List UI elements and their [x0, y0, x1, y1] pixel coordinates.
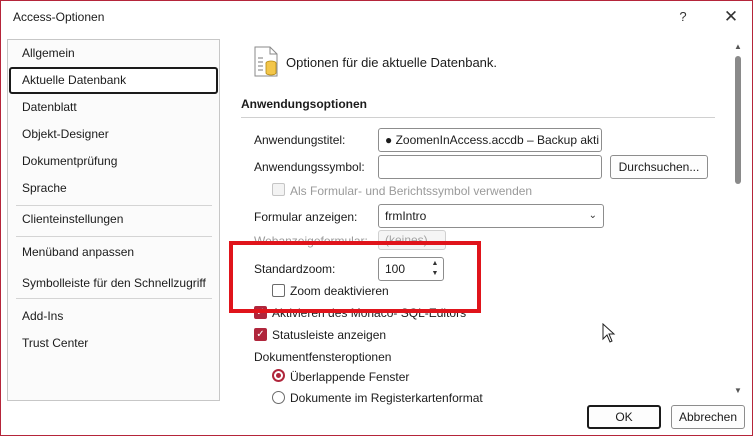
options-sidebar: Allgemein Aktuelle Datenbank Datenblatt … [7, 39, 220, 401]
mouse-cursor-icon [602, 323, 616, 343]
use-as-form-icon-label: Als Formular- und Berichtssymbol verwend… [290, 184, 533, 198]
use-as-form-icon-checkbox[interactable] [272, 183, 285, 196]
sidebar-item-add-ins[interactable]: Add-Ins [9, 303, 218, 330]
statusbar-label: Statusleiste anzeigen [272, 328, 387, 342]
app-icon-label: Anwendungssymbol: [254, 160, 365, 174]
title-bar: Access-Optionen ? ✕ [1, 1, 752, 33]
database-options-icon [254, 46, 278, 77]
sidebar-item-dokumentpruefung[interactable]: Dokumentprüfung [9, 148, 218, 175]
sidebar-item-menueband-anpassen[interactable]: Menüband anpassen [9, 239, 218, 266]
sidebar-item-allgemein[interactable]: Allgemein [9, 40, 218, 67]
sidebar-divider [16, 236, 212, 237]
section-title: Anwendungsoptionen [241, 97, 367, 111]
access-options-dialog: Access-Optionen ? ✕ Allgemein Aktuelle D… [0, 0, 753, 436]
app-icon-input[interactable] [378, 155, 602, 179]
app-title-label: Anwendungstitel: [254, 133, 346, 147]
sidebar-item-symbolleiste[interactable]: Symbolleiste für den Schnellzugriff [9, 270, 218, 297]
statusbar-checkbox[interactable]: ✓ [254, 328, 267, 341]
sidebar-item-aktuelle-datenbank[interactable]: Aktuelle Datenbank [9, 67, 218, 94]
window-title: Access-Optionen [13, 10, 105, 24]
sidebar-item-datenblatt[interactable]: Datenblatt [9, 94, 218, 121]
sidebar-divider [16, 298, 212, 299]
show-form-value: frmIntro [385, 209, 427, 223]
app-title-input[interactable]: ● ZoomenInAccess.accdb – Backup akti [378, 128, 602, 152]
section-divider [241, 117, 715, 118]
help-icon[interactable]: ? [669, 6, 697, 28]
sidebar-item-trust-center[interactable]: Trust Center [9, 330, 218, 357]
cancel-button[interactable]: Abbrechen [671, 405, 745, 429]
chevron-down-icon: ⌄ [588, 210, 597, 221]
browse-button[interactable]: Durchsuchen... [610, 155, 708, 179]
highlight-frame [229, 241, 481, 313]
sidebar-item-objekt-designer[interactable]: Objekt-Designer [9, 121, 218, 148]
show-form-label: Formular anzeigen: [254, 210, 358, 224]
content-scrollbar[interactable]: ▲ ▼ [731, 39, 745, 401]
tabbed-documents-radio[interactable] [272, 391, 285, 404]
sidebar-item-clienteinstellungen[interactable]: Clienteinstellungen [9, 206, 218, 233]
scroll-down-icon[interactable]: ▼ [733, 386, 743, 395]
sidebar-item-sprache[interactable]: Sprache [9, 175, 218, 202]
scroll-up-icon[interactable]: ▲ [733, 42, 743, 51]
tabbed-documents-label: Dokumente im Registerkartenformat [290, 391, 483, 405]
doc-window-options-label: Dokumentfensteroptionen [254, 350, 392, 364]
overlapping-windows-radio[interactable] [272, 369, 285, 382]
ok-button[interactable]: OK [587, 405, 661, 429]
close-icon[interactable]: ✕ [717, 6, 745, 28]
scrollbar-thumb[interactable] [735, 56, 741, 184]
page-heading: Optionen für die aktuelle Datenbank. [286, 55, 498, 70]
overlapping-windows-label: Überlappende Fenster [290, 370, 410, 384]
show-form-select[interactable]: frmIntro ⌄ [378, 204, 604, 228]
